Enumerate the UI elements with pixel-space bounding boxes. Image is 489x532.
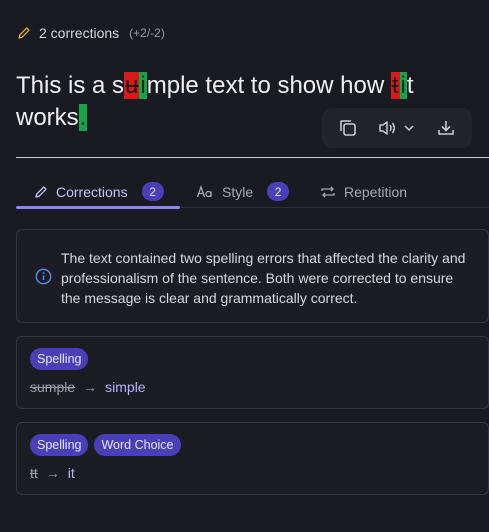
insertion-mark[interactable]: i	[139, 72, 147, 99]
tab-bar: Corrections 2 Style 2 Repetition	[16, 175, 489, 209]
tab-repetition[interactable]: Repetition	[320, 175, 407, 208]
pencil-icon	[35, 185, 47, 198]
correction-change: tt → it	[30, 465, 75, 481]
tab-corrections[interactable]: Corrections 2	[16, 175, 180, 209]
speaker-icon	[379, 121, 395, 135]
tag-list: Spelling Word Choice	[30, 434, 181, 456]
divider	[16, 157, 489, 158]
corrections-delta: (+2/-2)	[129, 26, 165, 40]
corrected-word: it	[67, 465, 75, 481]
download-button[interactable]	[436, 118, 456, 138]
correction-change: sumple → simple	[30, 379, 146, 395]
corrected-word: simple	[105, 379, 146, 395]
corrections-summary: 2 corrections (+2/-2)	[17, 25, 165, 41]
info-icon	[35, 268, 52, 290]
text-toolbar	[322, 108, 472, 148]
chevron-down-icon[interactable]	[402, 121, 416, 135]
deletion-mark[interactable]: u	[124, 72, 140, 99]
info-text: The text contained two spelling errors t…	[61, 250, 466, 306]
read-aloud-button[interactable]	[378, 119, 416, 137]
text-segment: mple text to show how	[146, 72, 391, 99]
tab-style[interactable]: Style 2	[196, 175, 290, 208]
text-segment: This is a s	[16, 72, 125, 99]
repeat-icon	[321, 186, 335, 197]
original-word: tt	[30, 465, 38, 481]
arrow-icon: →	[83, 379, 98, 395]
insertion-mark[interactable]: i	[399, 72, 407, 99]
correction-card[interactable]: Spelling Word Choice tt → it	[16, 422, 489, 495]
download-icon	[438, 121, 454, 135]
insertion-mark[interactable]: .	[78, 104, 88, 131]
text-segment: works	[16, 104, 79, 131]
tab-label: Style	[222, 183, 254, 200]
count-badge: 2	[141, 182, 164, 201]
text-segment: t	[406, 72, 414, 99]
font-icon	[196, 184, 212, 197]
tag-spelling: Spelling	[30, 434, 89, 456]
tab-label: Corrections	[56, 183, 128, 200]
arrow-icon: →	[45, 465, 60, 481]
copy-button[interactable]	[338, 118, 358, 138]
tab-label: Repetition	[344, 183, 408, 200]
tag-word-choice: Word Choice	[94, 434, 181, 456]
correction-card[interactable]: Spelling sumple → simple	[16, 336, 489, 409]
corrections-count: 2 corrections	[39, 25, 120, 41]
count-badge: 2	[267, 182, 290, 201]
pencil-icon	[17, 26, 31, 40]
copy-icon	[340, 120, 356, 136]
tag-list: Spelling	[30, 348, 89, 370]
original-word: sumple	[30, 379, 76, 395]
info-card: The text contained two spelling errors t…	[16, 229, 489, 323]
tag-spelling: Spelling	[30, 348, 89, 370]
deletion-mark[interactable]: t	[390, 72, 400, 99]
